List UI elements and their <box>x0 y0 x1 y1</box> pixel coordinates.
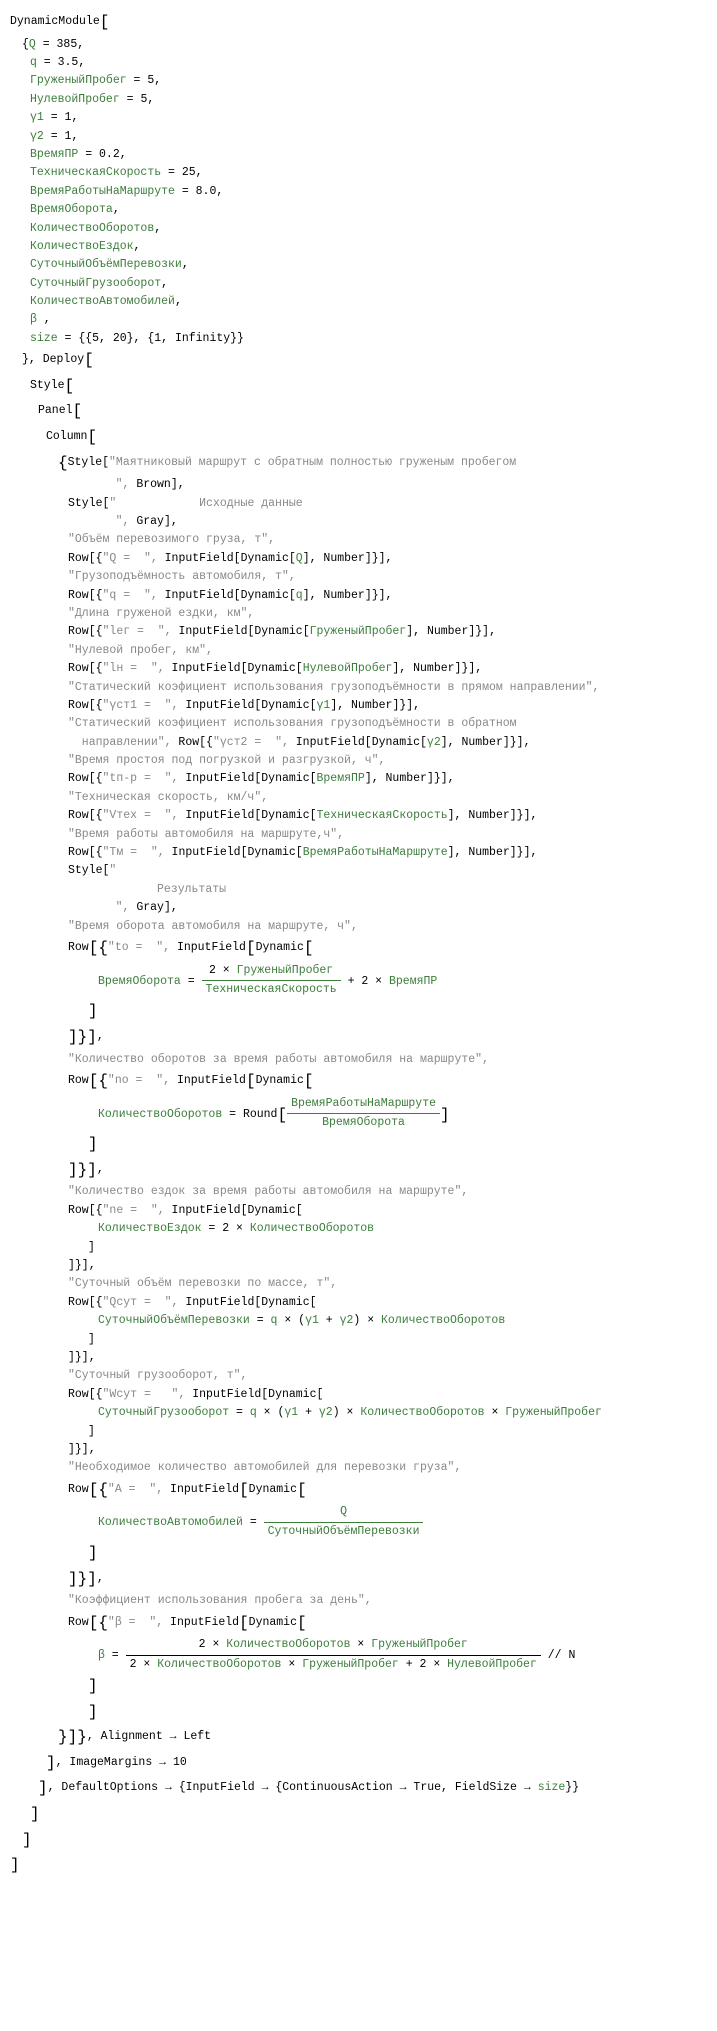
line: Row[{"β = ", InputField[Dynamic[ <box>10 1611 707 1637</box>
line: ], ImageMargins → 10 <box>10 1751 707 1777</box>
line: Row[{"Q = ", InputField[Dynamic[Q], Numb… <box>10 550 707 568</box>
line: НулевойПробег = 5, <box>10 91 707 109</box>
line: ]}], <box>10 1349 707 1367</box>
line: ВремяРаботыНаМаршруте = 8.0, <box>10 183 707 201</box>
line: ВремяПР = 0.2, <box>10 146 707 164</box>
frac-line: КоличествоАвтомобилей = QСуточныйОбъёмПе… <box>10 1503 707 1541</box>
line: СуточныйОбъёмПеревозки, <box>10 256 707 274</box>
line: q = 3.5, <box>10 54 707 72</box>
line: Row[{"A = ", InputField[Dynamic[ <box>10 1478 707 1504</box>
line: Row[{"lег = ", InputField[Dynamic[Гружен… <box>10 623 707 641</box>
line: Row[{"Vтех = ", InputField[Dynamic[Техни… <box>10 807 707 825</box>
line: Style[" Исходные данные <box>10 495 707 513</box>
line: ] <box>10 1541 707 1567</box>
line: "Необходимое количество автомобилей для … <box>10 1459 707 1477</box>
line: ] <box>10 1828 707 1854</box>
line: СуточныйГрузооборот = q × (γ1 + γ2) × Ко… <box>10 1404 707 1422</box>
line: Panel[ <box>10 399 707 425</box>
line: ]}], <box>10 1025 707 1051</box>
code-block: DynamicModule[ {Q = 385, q = 3.5, Гружен… <box>10 10 707 1879</box>
line: "Статический коэфициент использования гр… <box>10 715 707 733</box>
line: ]}], <box>10 1441 707 1459</box>
line: КоличествоОборотов, <box>10 220 707 238</box>
line: ", Gray], <box>10 513 707 531</box>
line: β , <box>10 311 707 329</box>
line: "Время работы автомобиля на маршруте,ч", <box>10 826 707 844</box>
line: КоличествоЕздок, <box>10 238 707 256</box>
line: "Длина груженой ездки, км", <box>10 605 707 623</box>
line: {Q = 385, <box>10 36 707 54</box>
line: ВремяОборота, <box>10 201 707 219</box>
frac-line: КоличествоОборотов = Round[ВремяРаботыНа… <box>10 1095 707 1133</box>
line: ]}], <box>10 1257 707 1275</box>
line: Row[{"Qсут = ", InputField[Dynamic[ <box>10 1294 707 1312</box>
line: "Время простоя под погрузкой и разгрузко… <box>10 752 707 770</box>
line: Row[{"nе = ", InputField[Dynamic[ <box>10 1202 707 1220</box>
line: ] <box>10 1239 707 1257</box>
line: "Суточный объём перевозки по массе, т", <box>10 1275 707 1293</box>
line: Row[{"Tм = ", InputField[Dynamic[ВремяРа… <box>10 844 707 862</box>
line: Row[{"lн = ", InputField[Dynamic[Нулевой… <box>10 660 707 678</box>
line: "Нулевой пробег, км", <box>10 642 707 660</box>
line: СуточныйГрузооборот, <box>10 275 707 293</box>
line: Row[{"Wсут = ", InputField[Dynamic[ <box>10 1386 707 1404</box>
line: Style[ <box>10 374 707 400</box>
line: }]}, Alignment → Left <box>10 1725 707 1751</box>
line: "Коэффициент использования пробега за де… <box>10 1592 707 1610</box>
line: }, Deploy[ <box>10 348 707 374</box>
line: ] <box>10 999 707 1025</box>
line: γ2 = 1, <box>10 128 707 146</box>
line: ", Gray], <box>10 899 707 917</box>
line: ] <box>10 1132 707 1158</box>
line: Style[" <box>10 862 707 880</box>
frac-line: ВремяОборота = 2 × ГруженыйПробегТехниче… <box>10 962 707 1000</box>
line: ], DefaultOptions → {InputField → {Conti… <box>10 1776 707 1802</box>
line: КоличествоЕздок = 2 × КоличествоОборотов <box>10 1220 707 1238</box>
line: Column[ <box>10 425 707 451</box>
line: ] <box>10 1674 707 1700</box>
line: Результаты <box>10 881 707 899</box>
line: "Грузоподъёмность автомобиля, т", <box>10 568 707 586</box>
line: DynamicModule[ <box>10 10 707 36</box>
line: Row[{"γст1 = ", InputField[Dynamic[γ1], … <box>10 697 707 715</box>
line: "Время оборота автомобиля на маршруте, ч… <box>10 918 707 936</box>
line: ] <box>10 1853 707 1879</box>
line: "Суточный грузооборот, т", <box>10 1367 707 1385</box>
line: Row[{"q = ", InputField[Dynamic[q], Numb… <box>10 587 707 605</box>
line: СуточныйОбъёмПеревозки = q × (γ1 + γ2) ×… <box>10 1312 707 1330</box>
line: ТехническаяСкорость = 25, <box>10 164 707 182</box>
line: Row[{"tо = ", InputField[Dynamic[ <box>10 936 707 962</box>
line: ] <box>10 1423 707 1441</box>
line: "Статический коэфициент использования гр… <box>10 679 707 697</box>
line: "Количество ездок за время работы автомо… <box>10 1183 707 1201</box>
line: КоличествоАвтомобилей, <box>10 293 707 311</box>
line: "Объём перевозимого груза, т", <box>10 531 707 549</box>
line: ] <box>10 1700 707 1726</box>
line: ]}], <box>10 1158 707 1184</box>
line: γ1 = 1, <box>10 109 707 127</box>
line: "Техническая скорость, км/ч", <box>10 789 707 807</box>
line: Row[{"tп-p = ", InputField[Dynamic[Время… <box>10 770 707 788</box>
line: size = {{5, 20}, {1, Infinity}} <box>10 330 707 348</box>
line: направлении", Row[{"γст2 = ", InputField… <box>10 734 707 752</box>
line: ]}], <box>10 1567 707 1593</box>
line: ", Brown], <box>10 476 707 494</box>
line: {Style["Маятниковый маршрут с обратным п… <box>10 451 707 477</box>
line: ГруженыйПробег = 5, <box>10 72 707 90</box>
line: Row[{"nо = ", InputField[Dynamic[ <box>10 1069 707 1095</box>
line: "Количество оборотов за время работы авт… <box>10 1051 707 1069</box>
line: ] <box>10 1802 707 1828</box>
line: ] <box>10 1331 707 1349</box>
frac-line: β = 2 × КоличествоОборотов × ГруженыйПро… <box>10 1636 707 1674</box>
